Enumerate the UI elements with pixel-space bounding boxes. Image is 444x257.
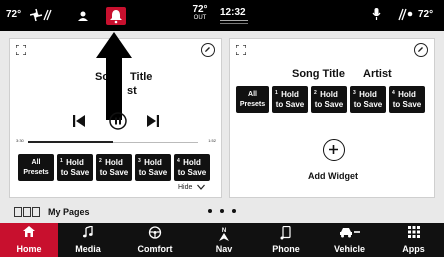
left-presets: All Presets 1 Hold to Save 2 Hold to Sav… [18,154,210,181]
outside-temp-label: OUT [193,15,207,21]
edit-widget-button[interactable] [414,43,428,57]
page-dot[interactable] [220,209,224,213]
edit-widget-button[interactable] [201,43,215,57]
all-presets-button[interactable]: All Presets [18,154,54,181]
preset-3-button[interactable]: 3 Hold to Save [135,154,171,181]
nav-home[interactable]: Home [0,223,58,257]
expand-icon[interactable] [236,45,246,55]
page-dot[interactable] [232,209,236,213]
steering-wheel-icon [148,226,162,239]
preset-4-button[interactable]: 4 Hold to Save [389,86,425,113]
chevron-down-icon [197,184,206,191]
preset-1-button[interactable]: 1 Hold to Save [272,86,308,113]
previous-track-icon[interactable] [73,115,85,127]
bell-icon [110,10,122,24]
hide-presets-button[interactable]: Hide [178,184,206,191]
music-note-icon [83,226,93,238]
outside-temp-value: 72° [192,4,208,15]
nav-media[interactable]: Media [58,223,118,257]
hide-label: Hide [178,184,193,191]
expand-icon[interactable] [16,45,26,55]
playback-controls [10,112,223,130]
nav-comfort[interactable]: Comfort [118,223,192,257]
pencil-icon [205,47,210,52]
add-widget-button[interactable] [323,139,345,161]
duration-time: 1:52 [208,138,216,143]
home-content: So Title st 3:30 1:52 All Presets 1 Hold [0,31,444,223]
nav-navigation[interactable]: N Nav [192,223,256,257]
apps-grid-icon [407,226,420,238]
nav-vehicle[interactable]: Vehicle [316,223,383,257]
microphone-icon[interactable] [372,7,381,26]
plus-icon [329,145,338,154]
clock: 12:32 [220,7,246,18]
status-bar: 72° 72° OUT 12:32 72° [0,0,444,31]
outside-temperature: 72° OUT [187,4,213,21]
media-widget[interactable]: So Title st 3:30 1:52 All Presets 1 Hold [9,32,223,198]
passenger-climate-icon[interactable] [397,8,415,26]
preset-1-button[interactable]: 1 Hold to Save [57,154,93,181]
page-dot[interactable] [208,209,212,213]
bottom-navigation: Home Media Comfort N Nav Phone Vehicle A… [0,223,444,257]
pages-layout-icon [14,207,40,217]
notification-button[interactable] [106,7,126,25]
my-pages-button[interactable]: My Pages [14,207,90,217]
tutorial-arrow [96,32,132,120]
right-artist: Artist [363,68,392,80]
car-icon [339,228,360,238]
nav-phone[interactable]: Phone [256,223,316,257]
climate-fan-icon[interactable] [29,8,52,27]
phone-icon [280,226,291,240]
preset-4-button[interactable]: 4 Hold to Save [174,154,210,181]
nav-apps[interactable]: Apps [383,223,444,257]
clock-divider [220,20,248,21]
clock-divider-secondary [220,23,248,24]
seek-bar[interactable]: 3:30 1:52 [16,138,216,148]
my-pages-label: My Pages [48,207,90,217]
inside-temperature[interactable]: 72° [6,9,21,20]
user-profile-icon[interactable] [78,9,88,27]
pause-button-icon[interactable] [109,112,127,130]
preset-2-button[interactable]: 2 Hold to Save [311,86,347,113]
elapsed-time: 3:30 [16,138,24,143]
right-presets: All Presets 1 Hold to Save 2 Hold to Sav… [236,86,425,113]
right-widget[interactable]: Song Title Artist All Presets 1 Hold to … [229,38,435,198]
next-track-icon[interactable] [147,115,159,127]
right-song-title: Song Title [292,68,345,80]
add-widget-label[interactable]: Add Widget [230,171,436,181]
page-indicator[interactable] [208,209,236,213]
seek-progress [28,141,113,143]
home-icon [23,226,35,237]
all-presets-button[interactable]: All Presets [236,86,269,113]
preset-3-button[interactable]: 3 Hold to Save [350,86,386,113]
passenger-temperature[interactable]: 72° [418,9,433,20]
compass-icon: N [219,228,229,241]
preset-2-button[interactable]: 2 Hold to Save [96,154,132,181]
pencil-icon [418,47,423,52]
